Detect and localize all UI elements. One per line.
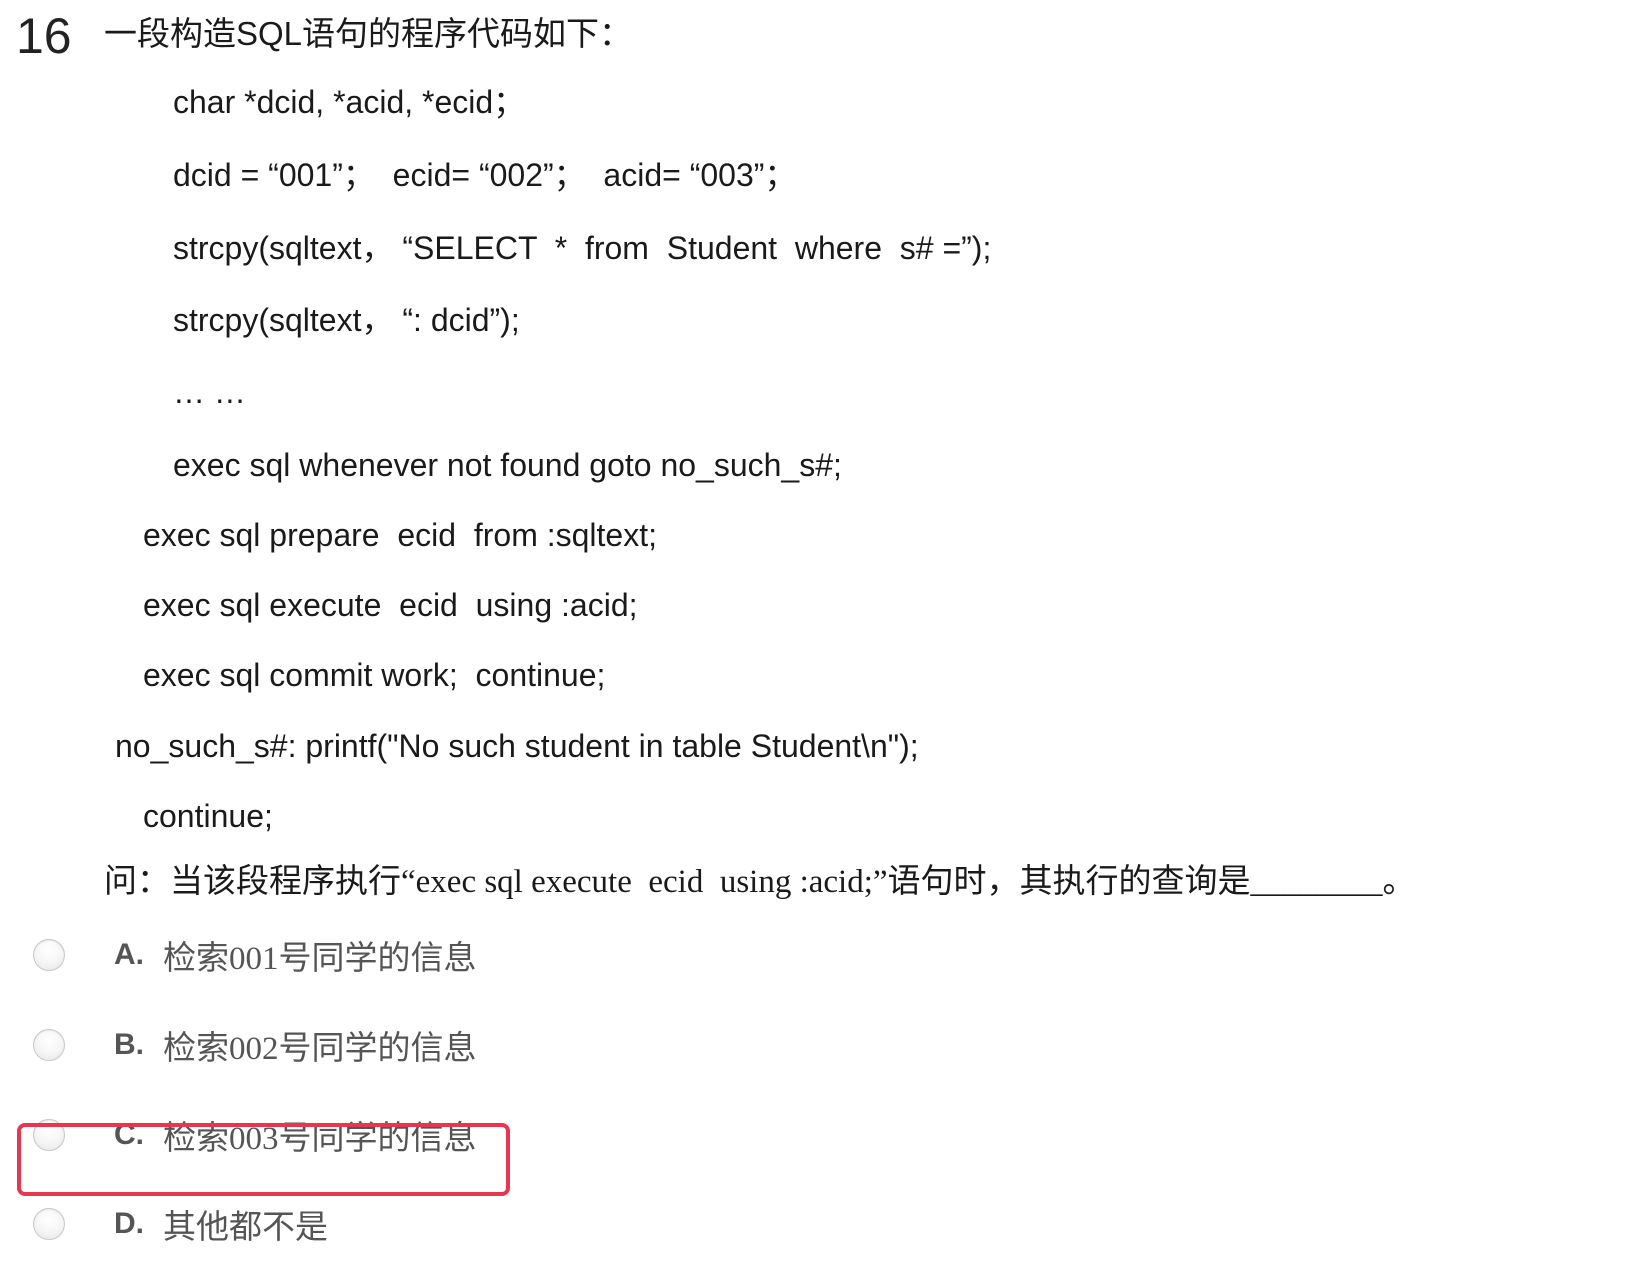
code-line: no_such_s#: printf("No such student in t… [115, 728, 919, 764]
radio-button[interactable] [33, 1029, 65, 1061]
code-line: dcid = “001”； ecid= “002”； acid= “003”； [173, 157, 797, 193]
radio-button[interactable] [33, 939, 65, 971]
question-number: 16 [16, 8, 72, 64]
question-title: 一段构造SQL语句的程序代码如下： [104, 15, 633, 52]
code-line: exec sql prepare ecid from :sqltext; [143, 517, 657, 553]
code-line: exec sql commit work; continue; [143, 657, 606, 693]
code-line: exec sql whenever not found goto no_such… [173, 447, 842, 483]
option-c[interactable]: C. 检索003号同学的信息 [0, 1104, 700, 1166]
code-line: continue; [143, 798, 273, 834]
option-letter: A. [114, 938, 144, 971]
option-b[interactable]: B. 检索002号同学的信息 [0, 1014, 700, 1076]
question-prompt: 问：当该段程序执行“exec sql execute ecid using :a… [104, 864, 1416, 900]
option-d[interactable]: D. 其他都不是 [0, 1193, 700, 1255]
option-letter: B. [114, 1028, 144, 1061]
radio-button[interactable] [33, 1208, 65, 1240]
option-text: 检索002号同学的信息 [163, 1031, 477, 1067]
option-letter: C. [114, 1118, 144, 1151]
code-line: exec sql execute ecid using :acid; [143, 587, 638, 623]
option-text: 检索001号同学的信息 [163, 941, 477, 977]
code-line: char *dcid, *acid, *ecid； [173, 84, 526, 120]
option-text: 其他都不是 [163, 1210, 328, 1246]
code-line: strcpy(sqltext， “SELECT * from Student w… [173, 230, 992, 266]
radio-button[interactable] [33, 1119, 65, 1151]
code-line: … … [173, 374, 246, 410]
option-text: 检索003号同学的信息 [163, 1121, 477, 1157]
code-line: strcpy(sqltext， “: dcid”); [173, 302, 520, 338]
option-a[interactable]: A. 检索001号同学的信息 [0, 924, 700, 986]
option-letter: D. [114, 1207, 144, 1240]
